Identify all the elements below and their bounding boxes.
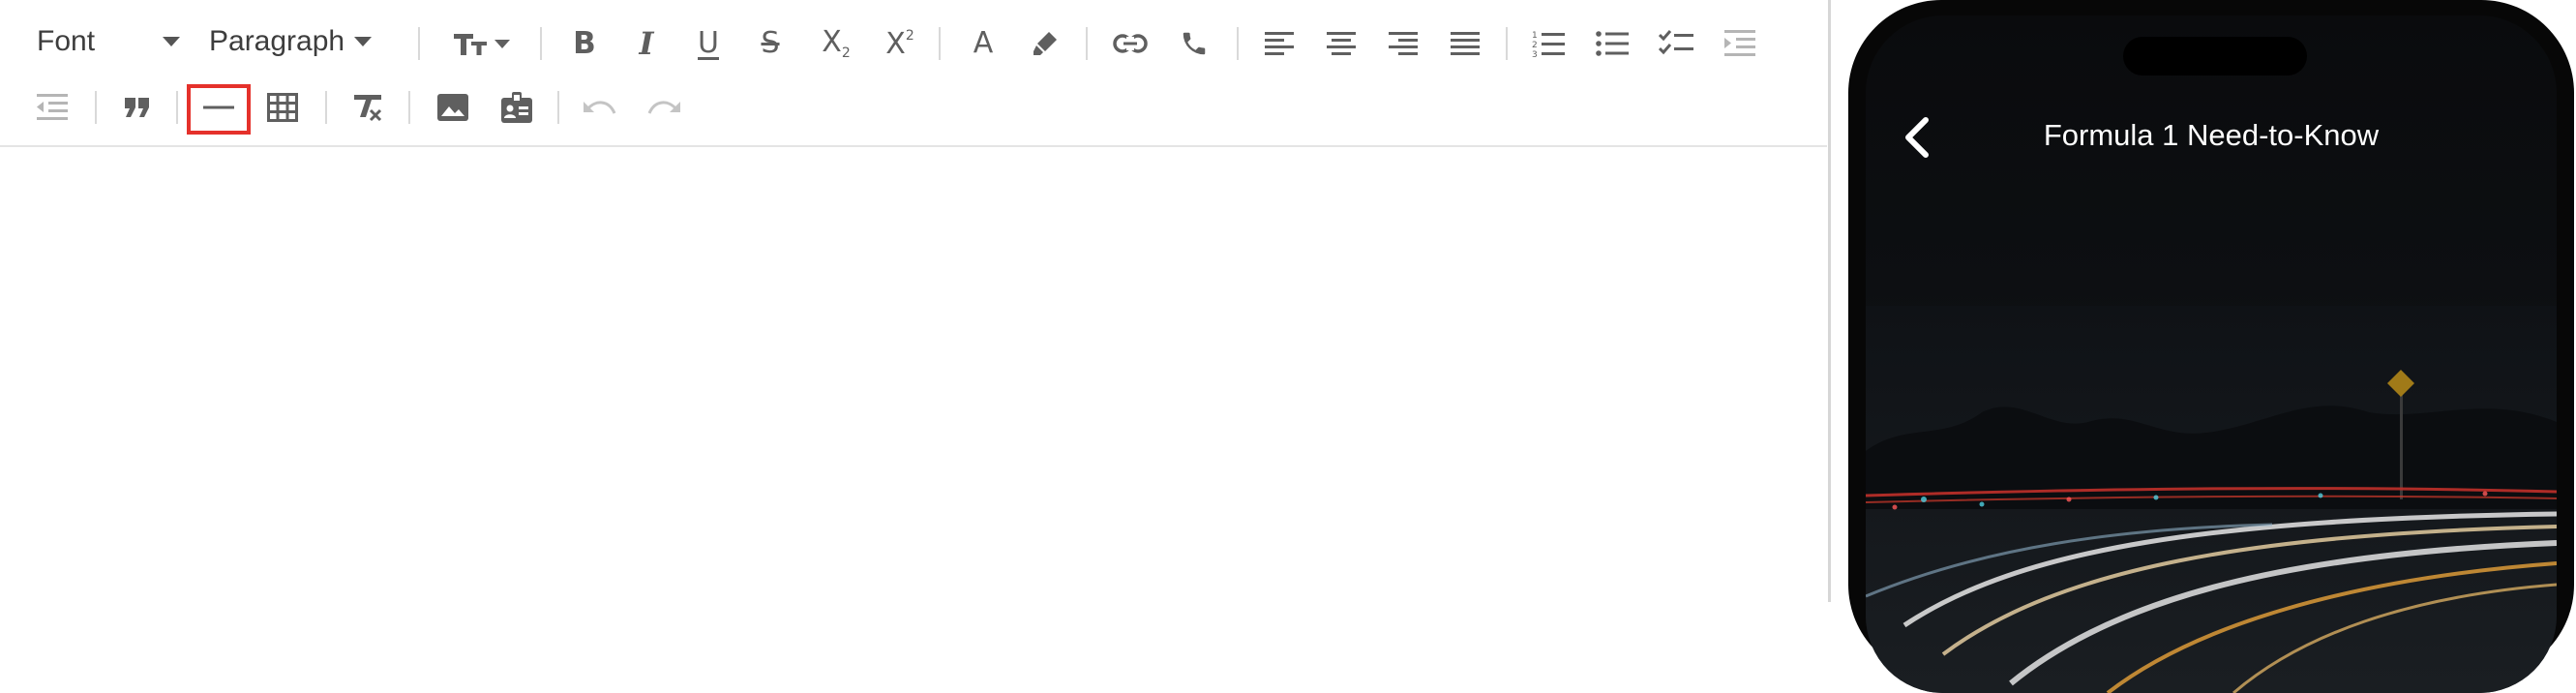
editor-toolbar: Font Paragraph B I U S X2 X2 A 1 2 3 bbox=[0, 0, 1827, 145]
redo-button[interactable] bbox=[643, 87, 685, 128]
align-right-button[interactable] bbox=[1382, 23, 1424, 64]
clear-format-button[interactable] bbox=[346, 87, 389, 128]
toolbar-divider bbox=[418, 27, 420, 60]
table-icon bbox=[267, 93, 298, 122]
contact-card-icon bbox=[501, 92, 532, 123]
toolbar-divider bbox=[1086, 27, 1088, 60]
superscript-icon: X2 bbox=[885, 26, 914, 61]
link-button[interactable] bbox=[1109, 23, 1152, 64]
bullet-list-icon bbox=[1596, 29, 1629, 58]
editor-content-area[interactable] bbox=[0, 147, 1827, 602]
align-center-icon bbox=[1327, 30, 1356, 57]
align-left-icon bbox=[1265, 30, 1294, 57]
table-button[interactable] bbox=[261, 87, 304, 128]
image-button[interactable] bbox=[432, 87, 474, 128]
contact-card-button[interactable] bbox=[495, 87, 538, 128]
justify-icon bbox=[1451, 30, 1480, 57]
toolbar-divider bbox=[939, 27, 941, 60]
bold-icon: B bbox=[573, 25, 596, 61]
toolbar-divider bbox=[557, 91, 559, 124]
chevron-down-icon bbox=[163, 37, 180, 46]
font-color-icon: A bbox=[973, 26, 994, 60]
toolbar-divider bbox=[408, 91, 410, 124]
toolbar-divider bbox=[1237, 27, 1239, 60]
toolbar-divider bbox=[95, 91, 97, 124]
superscript-button[interactable]: X2 bbox=[879, 23, 921, 64]
svg-text:2: 2 bbox=[1532, 41, 1538, 50]
blockquote-icon bbox=[124, 97, 151, 118]
bold-button[interactable]: B bbox=[565, 23, 604, 64]
checklist-button[interactable] bbox=[1655, 23, 1697, 64]
link-icon bbox=[1113, 33, 1148, 54]
underline-button[interactable]: U bbox=[689, 23, 728, 64]
font-size-icon bbox=[452, 30, 510, 57]
mobile-preview: Formula 1 Need-to-Know bbox=[1846, 0, 2576, 693]
justify-button[interactable] bbox=[1444, 23, 1486, 64]
font-color-button[interactable]: A bbox=[964, 23, 1003, 64]
ordered-list-button[interactable]: 123 bbox=[1527, 23, 1570, 64]
strikethrough-icon: S bbox=[761, 26, 780, 60]
indent-icon bbox=[1724, 29, 1755, 58]
checklist-icon bbox=[1659, 29, 1693, 58]
phone-icon bbox=[1180, 29, 1209, 58]
font-dropdown[interactable]: Font bbox=[37, 25, 180, 58]
strikethrough-button[interactable]: S bbox=[751, 23, 790, 64]
toolbar-divider bbox=[176, 91, 178, 124]
header-image bbox=[1866, 306, 2557, 693]
highlight-button[interactable] bbox=[1026, 23, 1064, 64]
align-left-button[interactable] bbox=[1258, 23, 1301, 64]
image-icon bbox=[437, 94, 468, 121]
ordered-list-icon: 123 bbox=[1532, 29, 1565, 58]
highlight-icon bbox=[1031, 29, 1060, 58]
phone-notch bbox=[2123, 37, 2307, 75]
toolbar-divider bbox=[325, 91, 327, 124]
undo-button[interactable] bbox=[579, 87, 621, 128]
outdent-icon bbox=[37, 93, 68, 122]
selected-tool-highlight bbox=[187, 84, 251, 135]
chevron-down-icon bbox=[354, 37, 373, 46]
svg-text:1: 1 bbox=[1532, 31, 1538, 41]
clear-format-icon bbox=[351, 93, 384, 122]
paragraph-dropdown[interactable]: Paragraph bbox=[209, 25, 373, 58]
italic-button[interactable]: I bbox=[627, 23, 666, 64]
redo-icon bbox=[647, 98, 680, 117]
rich-text-editor: Font Paragraph B I U S X2 X2 A 1 2 3 bbox=[0, 0, 1831, 602]
bullet-list-button[interactable] bbox=[1591, 23, 1633, 64]
indent-button[interactable] bbox=[1719, 23, 1761, 64]
font-dropdown-label: Font bbox=[37, 25, 96, 57]
phone-button[interactable] bbox=[1173, 23, 1215, 64]
subscript-icon: X2 bbox=[822, 24, 851, 61]
toolbar-divider bbox=[1506, 27, 1508, 60]
blockquote-button[interactable] bbox=[116, 87, 159, 128]
paragraph-dropdown-label: Paragraph bbox=[209, 25, 345, 57]
italic-icon: I bbox=[639, 25, 654, 62]
outdent-button[interactable] bbox=[31, 87, 74, 128]
toolbar-divider bbox=[540, 27, 542, 60]
font-size-button[interactable] bbox=[447, 23, 515, 64]
subscript-button[interactable]: X2 bbox=[815, 23, 857, 64]
underline-icon: U bbox=[698, 26, 719, 60]
phone-screen: Formula 1 Need-to-Know bbox=[1866, 15, 2557, 693]
align-center-button[interactable] bbox=[1320, 23, 1363, 64]
phone-frame: Formula 1 Need-to-Know bbox=[1848, 0, 2574, 693]
undo-icon bbox=[584, 98, 616, 117]
svg-text:3: 3 bbox=[1532, 50, 1538, 58]
align-right-icon bbox=[1389, 30, 1418, 57]
article-title: Formula 1 Need-to-Know bbox=[2043, 118, 2380, 152]
